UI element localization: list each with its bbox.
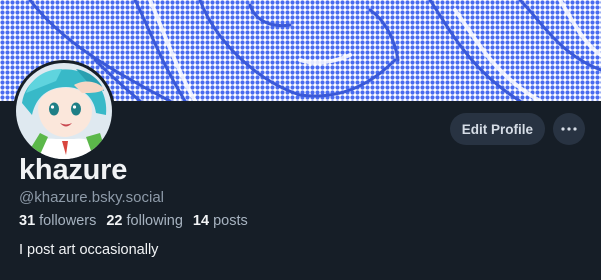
profile-handle: @khazure.bsky.social: [19, 189, 165, 206]
avatar-image: [16, 63, 112, 159]
profile-actions: Edit Profile: [449, 113, 585, 145]
edit-profile-button[interactable]: Edit Profile: [449, 113, 545, 145]
followers-count: 31: [19, 213, 36, 229]
profile-stats: 31 followers 22 following 14 posts: [19, 211, 248, 231]
profile-bio: I post art occasionally: [19, 242, 159, 258]
followers-stat[interactable]: 31 followers: [19, 211, 96, 231]
more-options-button[interactable]: [553, 113, 585, 145]
following-stat[interactable]: 22 following: [106, 211, 183, 231]
following-count: 22: [106, 213, 123, 229]
posts-label: posts: [213, 213, 248, 229]
ellipsis-icon: [561, 127, 577, 131]
avatar[interactable]: [13, 60, 115, 162]
posts-stat: 14 posts: [193, 211, 248, 231]
followers-label: followers: [39, 213, 97, 229]
following-label: following: [126, 213, 183, 229]
posts-count: 14: [192, 213, 210, 229]
display-name: khazure: [19, 154, 128, 186]
